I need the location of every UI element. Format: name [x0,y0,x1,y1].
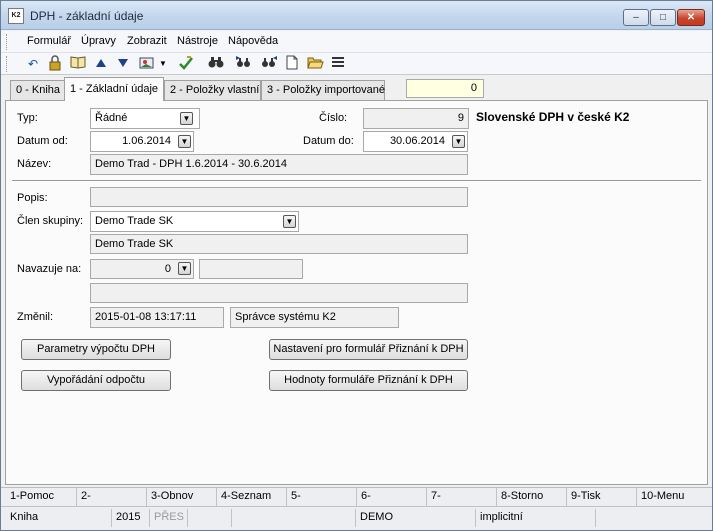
binoculars-icon[interactable] [207,55,225,73]
parametry-vypoctu-button[interactable]: Parametry výpočtu DPH [21,339,171,360]
new-document-icon[interactable] [283,55,301,73]
status-cell-empty-1 [188,509,232,527]
find-prev-icon[interactable] [260,55,278,73]
fkey-8[interactable]: 8-Storno [497,488,567,506]
navazuje-label: Navazuje na: [17,263,82,275]
toolbar-grip[interactable] [6,56,9,72]
tab-polozky-vlastni[interactable]: 2 - Položky vlastní [164,80,261,101]
menu-upravy[interactable]: Úpravy [81,35,116,47]
typ-value: Řádné [95,112,128,124]
status-pres: PŘES [150,509,188,527]
section-divider [12,180,701,182]
navazuje-extra-field [199,259,303,279]
datum-do-label: Datum do: [303,135,354,147]
status-year: 2015 [112,509,150,527]
nazev-field[interactable]: Demo Trad - DPH 1.6.2014 - 30.6.2014 [90,154,468,175]
form-heading: Slovenské DPH v české K2 [476,110,630,124]
form-panel: Typ: Řádné ▼ Číslo: 9 Slovenské DPH v če… [5,100,708,485]
navazuje-dropdown-icon[interactable]: ▼ [178,262,191,275]
tab-strip: 0 - Kniha 1 - Základní údaje 2 - Položky… [1,77,712,101]
datum-od-label: Datum od: [17,135,68,147]
cislo-label: Číslo: [319,112,348,124]
status-book: Kniha [6,509,112,527]
datum-od-value: 1.06.2014 [122,135,171,147]
menu-napoveda[interactable]: Nápověda [228,35,278,47]
clen-skupiny-label: Člen skupiny: [17,215,84,227]
arrow-down-icon[interactable] [114,55,132,73]
zmenil-user: Správce systému K2 [235,311,336,323]
typ-label: Typ: [17,112,38,124]
fkey-1[interactable]: 1-Pomoc [6,488,77,506]
datum-do-dropdown-icon[interactable]: ▼ [452,135,465,148]
minimize-button[interactable]: ‒ [623,9,649,26]
close-button[interactable]: ✕ [677,9,705,26]
status-cell-empty-2 [232,509,356,527]
nazev-label: Název: [17,158,52,170]
book-icon[interactable] [69,55,87,73]
fkey-3[interactable]: 3-Obnov [147,488,217,506]
menu-nastroje[interactable]: Nástroje [177,35,218,47]
toolbar: ↶ ▼ [1,53,712,75]
clen-skupiny-dropdown-icon[interactable]: ▼ [283,215,296,228]
fkey-5[interactable]: 5- [287,488,357,506]
datum-od-dropdown-icon[interactable]: ▼ [178,135,191,148]
zmenil-date: 2015-01-08 13:17:11 [95,311,197,323]
refresh-icon[interactable] [177,55,195,73]
window-title: DPH - základní údaje [30,9,144,23]
find-next-icon[interactable] [235,55,253,73]
zmenil-label: Změnil: [17,311,54,323]
status-cell-empty-3 [596,509,710,527]
menu-formular[interactable]: Formulář [27,35,71,47]
typ-dropdown-icon[interactable]: ▼ [180,112,193,125]
datum-do-value: 30.06.2014 [389,135,445,147]
arrow-up-icon[interactable] [92,55,110,73]
lock-icon[interactable] [46,55,64,73]
status-bar: Kniha 2015 PŘES DEMO implicitní [1,506,712,530]
open-folder-icon[interactable] [306,55,324,73]
undo-icon[interactable]: ↶ [24,55,42,73]
fkey-6[interactable]: 6- [357,488,427,506]
vyporadani-odpoctu-button[interactable]: Vypořádání odpočtu [21,370,171,391]
zmenil-date-field: 2015-01-08 13:17:11 [90,307,224,328]
nazev-value: Demo Trad - DPH 1.6.2014 - 30.6.2014 [95,158,287,170]
cislo-value: 9 [457,112,464,124]
application-window: K2 DPH - základní údaje ‒ □ ✕ Formulář Ú… [0,0,713,531]
fkey-7[interactable]: 7- [427,488,497,506]
fkey-9[interactable]: 9-Tisk [567,488,637,506]
fkey-4[interactable]: 4-Seznam [217,488,287,506]
clen-skupiny-value: Demo Trade SK [95,215,174,227]
maximize-button[interactable]: □ [650,9,676,26]
fkey-10[interactable]: 10-Menu [637,488,710,506]
menubar-grip[interactable] [6,34,9,50]
cislo-field[interactable]: 9 [363,108,469,129]
title-bar[interactable]: K2 DPH - základní údaje ‒ □ ✕ [1,1,712,30]
clen-skupiny-select[interactable]: Demo Trade SK [90,211,299,232]
clen-skupiny-name: Demo Trade SK [95,238,174,250]
menu-zobrazit[interactable]: Zobrazit [127,35,167,47]
hodnoty-formulare-button[interactable]: Hodnoty formuláře Přiznání k DPH [269,370,468,391]
status-database: DEMO [356,509,476,527]
zmenil-user-field: Správce systému K2 [230,307,399,328]
tab-zakladni-udaje[interactable]: 1 - Základní údaje [64,77,164,101]
nastaveni-priznani-button[interactable]: Nastavení pro formulář Přiznání k DPH [269,339,468,360]
tab-polozky-importovane[interactable]: 3 - Položky importované [261,80,385,101]
image-icon[interactable] [138,55,156,73]
dropdown-arrow-icon[interactable]: ▼ [158,55,168,73]
status-mode: implicitní [476,509,596,527]
menu-bar: Formulář Úpravy Zobrazit Nástroje Nápově… [1,31,712,53]
popis-label: Popis: [17,192,48,204]
list-icon[interactable] [329,55,347,73]
popis-field[interactable] [90,187,468,207]
fkey-2[interactable]: 2- [77,488,147,506]
clen-skupiny-name-field: Demo Trade SK [90,234,468,254]
record-counter: 0 [406,79,484,98]
navazuje-name-field [90,283,468,303]
tab-kniha[interactable]: 0 - Kniha [10,80,65,101]
navazuje-value: 0 [164,263,171,275]
k2-app-icon[interactable]: K2 [8,8,24,24]
function-key-bar: 1-Pomoc 2- 3-Obnov 4-Seznam 5- 6- 7- 8-S… [1,487,712,506]
